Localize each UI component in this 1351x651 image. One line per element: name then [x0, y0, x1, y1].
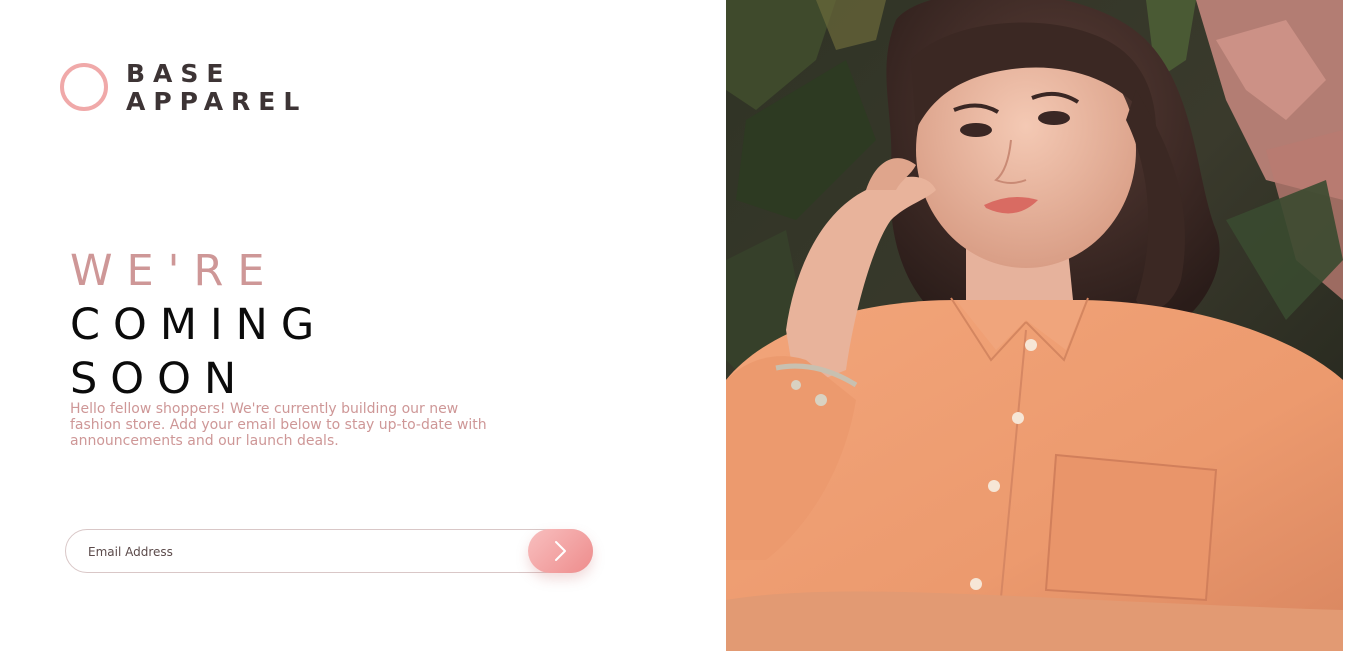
chevron-right-icon [554, 540, 568, 562]
email-input[interactable] [86, 530, 510, 574]
brand-name-line2: APPAREL [126, 87, 308, 116]
page-headline: WE'RE COMING SOON [70, 244, 327, 406]
hero-model-photo [726, 0, 1343, 651]
brand-logo[interactable]: BASE APPAREL [60, 58, 307, 116]
headline-dark-line2: SOON [70, 354, 250, 404]
submit-button[interactable] [528, 529, 593, 573]
logo-ring-icon [60, 63, 108, 111]
email-signup-form [65, 529, 593, 574]
landing-page: BASE APPAREL WE'RE COMING SOON Hello fel… [0, 0, 1351, 651]
right-edge [1343, 0, 1351, 651]
brand-name: BASE APPAREL [126, 60, 307, 116]
headline-dark-line1: COMING [70, 300, 328, 350]
left-panel: BASE APPAREL WE'RE COMING SOON Hello fel… [0, 0, 726, 651]
brand-name-line1: BASE [126, 59, 232, 88]
headline-light: WE'RE [70, 246, 279, 296]
hero-image [726, 0, 1343, 651]
intro-text: Hello fellow shoppers! We're currently b… [70, 401, 487, 449]
